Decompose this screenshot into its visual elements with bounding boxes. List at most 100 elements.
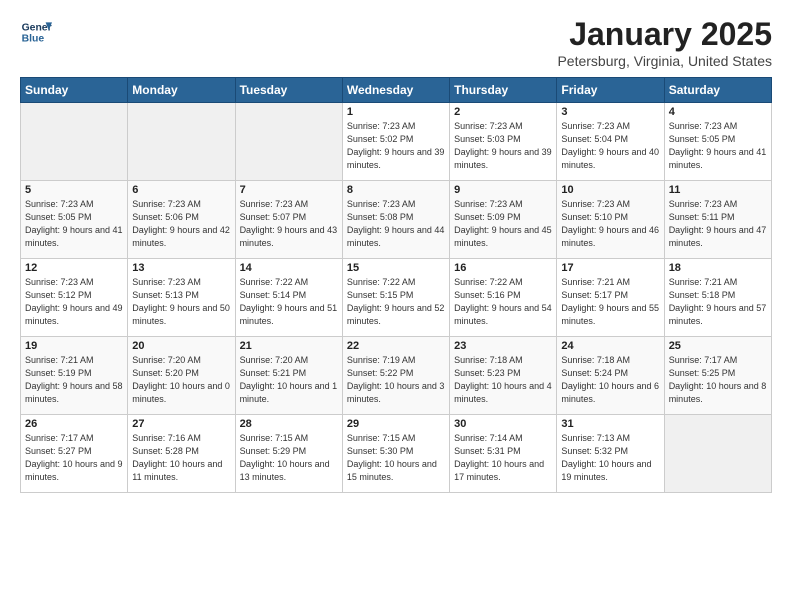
day-number: 20 bbox=[132, 340, 230, 352]
day-info: Sunrise: 7:16 AM Sunset: 5:28 PM Dayligh… bbox=[132, 432, 230, 484]
calendar-cell: 21 Sunrise: 7:20 AM Sunset: 5:21 PM Dayli… bbox=[235, 337, 342, 415]
calendar-cell: 18Sunrise: 7:21 AM Sunset: 5:18 PM Dayli… bbox=[664, 259, 771, 337]
calendar-cell: 17 Sunrise: 7:21 AM Sunset: 5:17 PM Dayli… bbox=[557, 259, 664, 337]
day-number: 29 bbox=[347, 418, 445, 430]
calendar-cell: 28 Sunrise: 7:15 AM Sunset: 5:29 PM Dayli… bbox=[235, 415, 342, 493]
day-info: Sunrise: 7:21 AM Sunset: 5:17 PM Dayligh… bbox=[561, 276, 659, 328]
calendar-cell: 8Sunrise: 7:23 AM Sunset: 5:08 PM Daylig… bbox=[342, 181, 449, 259]
day-number: 5 bbox=[25, 184, 123, 196]
weekday-header-thursday: Thursday bbox=[450, 78, 557, 103]
header: General Blue January 2025 Petersburg, Vi… bbox=[20, 16, 772, 69]
day-info: Sunrise: 7:23 AM Sunset: 5:03 PM Dayligh… bbox=[454, 120, 552, 172]
day-info: Sunrise: 7:23 AM Sunset: 5:08 PM Dayligh… bbox=[347, 198, 445, 250]
weekday-header-tuesday: Tuesday bbox=[235, 78, 342, 103]
calendar-cell: 24 Sunrise: 7:18 AM Sunset: 5:24 PM Dayli… bbox=[557, 337, 664, 415]
day-number: 25 bbox=[669, 340, 767, 352]
calendar-cell: 16 Sunrise: 7:22 AM Sunset: 5:16 PM Dayli… bbox=[450, 259, 557, 337]
calendar-cell: 9 Sunrise: 7:23 AM Sunset: 5:09 PM Daylig… bbox=[450, 181, 557, 259]
day-info: Sunrise: 7:23 AM Sunset: 5:05 PM Dayligh… bbox=[25, 198, 123, 250]
week-row-5: 26 Sunrise: 7:17 AM Sunset: 5:27 PM Dayli… bbox=[21, 415, 772, 493]
day-number: 18 bbox=[669, 262, 767, 274]
day-info: Sunrise: 7:23 AM Sunset: 5:05 PM Dayligh… bbox=[669, 120, 767, 172]
day-info: Sunrise: 7:23 AM Sunset: 5:09 PM Dayligh… bbox=[454, 198, 552, 250]
weekday-header-wednesday: Wednesday bbox=[342, 78, 449, 103]
day-info: Sunrise: 7:22 AM Sunset: 5:15 PM Dayligh… bbox=[347, 276, 445, 328]
svg-text:Blue: Blue bbox=[22, 34, 45, 45]
day-info: Sunrise: 7:22 AM Sunset: 5:16 PM Dayligh… bbox=[454, 276, 552, 328]
calendar-cell: 7Sunrise: 7:23 AM Sunset: 5:07 PM Daylig… bbox=[235, 181, 342, 259]
week-row-2: 5 Sunrise: 7:23 AM Sunset: 5:05 PM Daylig… bbox=[21, 181, 772, 259]
calendar-cell: 23 Sunrise: 7:18 AM Sunset: 5:23 PM Dayli… bbox=[450, 337, 557, 415]
day-number: 17 bbox=[561, 262, 659, 274]
day-info: Sunrise: 7:14 AM Sunset: 5:31 PM Dayligh… bbox=[454, 432, 552, 484]
day-info: Sunrise: 7:23 AM Sunset: 5:12 PM Dayligh… bbox=[25, 276, 123, 328]
day-number: 16 bbox=[454, 262, 552, 274]
day-number: 19 bbox=[25, 340, 123, 352]
month-title: January 2025 bbox=[557, 16, 772, 53]
calendar-cell: 31 Sunrise: 7:13 AM Sunset: 5:32 PM Dayli… bbox=[557, 415, 664, 493]
weekday-header-saturday: Saturday bbox=[664, 78, 771, 103]
page-container: General Blue January 2025 Petersburg, Vi… bbox=[0, 0, 792, 503]
calendar-cell: 3Sunrise: 7:23 AM Sunset: 5:04 PM Daylig… bbox=[557, 103, 664, 181]
calendar-cell: 5 Sunrise: 7:23 AM Sunset: 5:05 PM Daylig… bbox=[21, 181, 128, 259]
location-subtitle: Petersburg, Virginia, United States bbox=[557, 53, 772, 69]
week-row-3: 12 Sunrise: 7:23 AM Sunset: 5:12 PM Dayli… bbox=[21, 259, 772, 337]
day-info: Sunrise: 7:19 AM Sunset: 5:22 PM Dayligh… bbox=[347, 354, 445, 406]
calendar-cell bbox=[664, 415, 771, 493]
calendar-cell: 11Sunrise: 7:23 AM Sunset: 5:11 PM Dayli… bbox=[664, 181, 771, 259]
day-info: Sunrise: 7:23 AM Sunset: 5:10 PM Dayligh… bbox=[561, 198, 659, 250]
day-info: Sunrise: 7:23 AM Sunset: 5:11 PM Dayligh… bbox=[669, 198, 767, 250]
day-info: Sunrise: 7:15 AM Sunset: 5:30 PM Dayligh… bbox=[347, 432, 445, 484]
day-number: 22 bbox=[347, 340, 445, 352]
day-info: Sunrise: 7:23 AM Sunset: 5:04 PM Dayligh… bbox=[561, 120, 659, 172]
day-number: 21 bbox=[240, 340, 338, 352]
day-number: 12 bbox=[25, 262, 123, 274]
day-number: 24 bbox=[561, 340, 659, 352]
day-number: 4 bbox=[669, 106, 767, 118]
calendar-cell: 26 Sunrise: 7:17 AM Sunset: 5:27 PM Dayli… bbox=[21, 415, 128, 493]
calendar-cell: 15 Sunrise: 7:22 AM Sunset: 5:15 PM Dayli… bbox=[342, 259, 449, 337]
day-info: Sunrise: 7:22 AM Sunset: 5:14 PM Dayligh… bbox=[240, 276, 338, 328]
day-number: 28 bbox=[240, 418, 338, 430]
calendar-cell: 22 Sunrise: 7:19 AM Sunset: 5:22 PM Dayli… bbox=[342, 337, 449, 415]
day-info: Sunrise: 7:17 AM Sunset: 5:27 PM Dayligh… bbox=[25, 432, 123, 484]
day-info: Sunrise: 7:23 AM Sunset: 5:13 PM Dayligh… bbox=[132, 276, 230, 328]
day-info: Sunrise: 7:18 AM Sunset: 5:23 PM Dayligh… bbox=[454, 354, 552, 406]
title-block: January 2025 Petersburg, Virginia, Unite… bbox=[557, 16, 772, 69]
day-info: Sunrise: 7:18 AM Sunset: 5:24 PM Dayligh… bbox=[561, 354, 659, 406]
day-info: Sunrise: 7:21 AM Sunset: 5:19 PM Dayligh… bbox=[25, 354, 123, 406]
day-info: Sunrise: 7:23 AM Sunset: 5:07 PM Dayligh… bbox=[240, 198, 338, 250]
calendar-cell: 30 Sunrise: 7:14 AM Sunset: 5:31 PM Dayli… bbox=[450, 415, 557, 493]
day-info: Sunrise: 7:13 AM Sunset: 5:32 PM Dayligh… bbox=[561, 432, 659, 484]
day-number: 30 bbox=[454, 418, 552, 430]
day-number: 2 bbox=[454, 106, 552, 118]
calendar-cell bbox=[235, 103, 342, 181]
day-number: 13 bbox=[132, 262, 230, 274]
day-info: Sunrise: 7:20 AM Sunset: 5:21 PM Dayligh… bbox=[240, 354, 338, 406]
day-number: 6 bbox=[132, 184, 230, 196]
calendar-cell: 14 Sunrise: 7:22 AM Sunset: 5:14 PM Dayli… bbox=[235, 259, 342, 337]
calendar-table: SundayMondayTuesdayWednesdayThursdayFrid… bbox=[20, 77, 772, 493]
logo: General Blue bbox=[20, 16, 52, 48]
day-number: 31 bbox=[561, 418, 659, 430]
day-number: 14 bbox=[240, 262, 338, 274]
calendar-cell: 29 Sunrise: 7:15 AM Sunset: 5:30 PM Dayli… bbox=[342, 415, 449, 493]
day-info: Sunrise: 7:23 AM Sunset: 5:06 PM Dayligh… bbox=[132, 198, 230, 250]
calendar-cell: 2 Sunrise: 7:23 AM Sunset: 5:03 PM Daylig… bbox=[450, 103, 557, 181]
day-number: 23 bbox=[454, 340, 552, 352]
weekday-header-friday: Friday bbox=[557, 78, 664, 103]
calendar-cell: 25Sunrise: 7:17 AM Sunset: 5:25 PM Dayli… bbox=[664, 337, 771, 415]
calendar-cell: 4 Sunrise: 7:23 AM Sunset: 5:05 PM Daylig… bbox=[664, 103, 771, 181]
calendar-cell: 10Sunrise: 7:23 AM Sunset: 5:10 PM Dayli… bbox=[557, 181, 664, 259]
weekday-header-row: SundayMondayTuesdayWednesdayThursdayFrid… bbox=[21, 78, 772, 103]
weekday-header-sunday: Sunday bbox=[21, 78, 128, 103]
day-number: 9 bbox=[454, 184, 552, 196]
calendar-cell: 12 Sunrise: 7:23 AM Sunset: 5:12 PM Dayli… bbox=[21, 259, 128, 337]
day-info: Sunrise: 7:15 AM Sunset: 5:29 PM Dayligh… bbox=[240, 432, 338, 484]
calendar-cell bbox=[21, 103, 128, 181]
day-number: 15 bbox=[347, 262, 445, 274]
day-number: 26 bbox=[25, 418, 123, 430]
day-number: 1 bbox=[347, 106, 445, 118]
calendar-cell: 13 Sunrise: 7:23 AM Sunset: 5:13 PM Dayli… bbox=[128, 259, 235, 337]
day-info: Sunrise: 7:23 AM Sunset: 5:02 PM Dayligh… bbox=[347, 120, 445, 172]
